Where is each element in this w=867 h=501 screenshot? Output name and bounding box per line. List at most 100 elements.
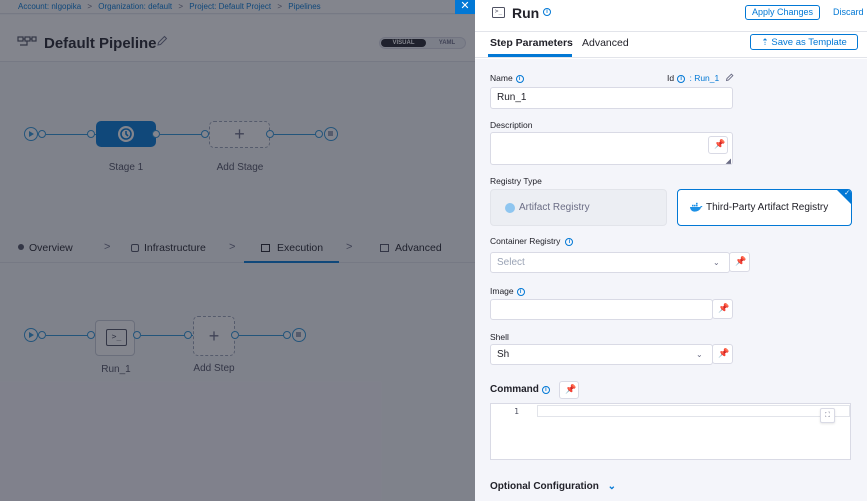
connector-dot [87, 130, 95, 138]
panel-title: Run [512, 5, 540, 21]
breadcrumb-organization[interactable]: Organization: default [98, 2, 172, 11]
tab-advanced-stage-label: Advanced [395, 242, 442, 254]
breadcrumb-separator: > [87, 2, 93, 11]
command-editor[interactable]: 1 ⛶ [490, 403, 851, 460]
close-panel-button[interactable]: ✕ [455, 0, 475, 14]
shell-select[interactable]: Sh ⌄ [490, 344, 713, 365]
image-input[interactable] [490, 299, 713, 320]
terminal-icon: >_ [492, 7, 505, 18]
chevron-right-icon: > [104, 241, 111, 253]
chevron-down-icon: ⌄ [607, 481, 617, 492]
breadcrumb-separator: > [178, 2, 184, 11]
chevron-down-icon: ⌄ [696, 350, 703, 359]
tab-overview[interactable]: Overview [18, 242, 73, 254]
stage-tabs: Overview > Infrastructure > Execution > … [0, 233, 475, 263]
step-parameters-form: Name i Id i : Run_1 Run_1 Description ◢ 📌 … [475, 59, 867, 501]
id-label: Id [667, 73, 675, 83]
image-label: Image i [490, 286, 525, 296]
chevron-right-icon: > [229, 241, 236, 253]
pencil-icon[interactable] [725, 73, 734, 82]
tab-advanced[interactable]: Advanced [582, 37, 629, 49]
editor-gutter: 1 [491, 404, 537, 459]
save-as-template-button[interactable]: ⇡ Save as Template [750, 34, 858, 50]
tab-execution[interactable]: Execution [261, 242, 323, 254]
name-input[interactable]: Run_1 [490, 87, 733, 109]
template-icon: ⇡ [761, 37, 769, 47]
command-label-text: Command [490, 384, 539, 395]
tab-advanced-stage[interactable]: Advanced [380, 242, 442, 254]
registry-option-artifact-label: Artifact Registry [519, 202, 590, 213]
pin-button[interactable]: 📌 [729, 252, 750, 272]
chevron-down-icon: ⌄ [713, 258, 720, 267]
view-toggle[interactable]: VISUAL YAML [379, 37, 466, 49]
check-icon: ✓ [844, 190, 850, 197]
registry-option-third-party[interactable]: Third-Party Artifact Registry ✓ [677, 189, 852, 226]
advanced-icon [380, 244, 389, 252]
stage-label: Stage 1 [108, 162, 144, 173]
infrastructure-icon [131, 244, 139, 252]
info-icon[interactable]: i [541, 386, 550, 394]
connector-dot [184, 331, 192, 339]
info-icon[interactable]: i [677, 75, 686, 83]
optional-configuration-toggle[interactable]: Optional Configuration ⌄ [490, 481, 616, 492]
tab-overview-label: Overview [29, 242, 73, 254]
pin-icon: 📌 [735, 256, 747, 266]
pencil-icon[interactable] [156, 35, 168, 47]
expand-icon: ⛶ [825, 412, 830, 419]
connector-dot [201, 130, 209, 138]
tab-infrastructure[interactable]: Infrastructure [131, 242, 206, 254]
add-stage-button[interactable]: + [209, 121, 270, 148]
pin-icon: 📌 [718, 348, 730, 358]
pin-button[interactable]: 📌 [559, 381, 579, 399]
pin-button[interactable]: 📌 [712, 299, 733, 319]
pipeline-start-node [24, 127, 38, 141]
artifact-registry-icon [505, 203, 515, 213]
view-visual-option[interactable]: VISUAL [381, 39, 426, 47]
run-step-node[interactable]: >_ [95, 320, 135, 356]
connector-dot [266, 130, 274, 138]
stage-node[interactable] [96, 121, 156, 147]
breadcrumb-pipelines[interactable]: Pipelines [288, 2, 320, 11]
breadcrumb-account[interactable]: Account: nlgopika [18, 2, 81, 11]
overview-icon [18, 244, 24, 250]
breadcrumb-separator: > [277, 2, 282, 11]
apply-changes-button[interactable]: Apply Changes [745, 5, 820, 20]
execution-start-node [24, 328, 38, 342]
chevron-right-icon: > [346, 241, 353, 253]
add-step-button[interactable]: + [193, 316, 235, 356]
name-label: Name i [490, 73, 524, 83]
docker-icon [689, 202, 703, 216]
container-registry-select[interactable]: Select ⌄ [490, 252, 730, 273]
connector-dot [231, 331, 239, 339]
tab-step-parameters[interactable]: Step Parameters [490, 37, 573, 49]
optional-configuration-label: Optional Configuration [490, 481, 599, 492]
close-icon: ✕ [460, 0, 470, 12]
info-icon[interactable]: i [516, 288, 525, 296]
breadcrumb-project[interactable]: Project: Default Project [189, 2, 271, 11]
registry-option-third-party-label: Third-Party Artifact Registry [706, 202, 829, 213]
view-yaml-option[interactable]: YAML [430, 39, 464, 47]
description-textarea[interactable]: ◢ [490, 132, 733, 165]
connector-dot [152, 130, 160, 138]
pin-button[interactable]: 📌 [708, 136, 728, 154]
ci-stage-icon [118, 126, 134, 142]
breadcrumb: Account: nlgopika > Organization: defaul… [0, 0, 475, 14]
info-icon[interactable]: i [565, 238, 574, 246]
info-icon[interactable]: i [543, 8, 551, 16]
pipeline-end-node [324, 127, 338, 141]
registry-option-artifact[interactable]: Artifact Registry [490, 189, 667, 226]
discard-button[interactable]: Discard [833, 7, 864, 17]
pin-icon: 📌 [718, 303, 730, 313]
expand-editor-button[interactable]: ⛶ [820, 408, 835, 423]
id-value: : Run_1 [689, 73, 720, 83]
execution-end-node [292, 328, 306, 342]
shell-label: Shell [490, 332, 509, 342]
save-as-template-label: Save as Template [771, 37, 847, 48]
pipeline-title: Default Pipeline [44, 35, 157, 52]
id-display: Id i : Run_1 [667, 73, 734, 83]
connector-dot [133, 331, 141, 339]
pin-button[interactable]: 📌 [712, 344, 733, 364]
editor-current-line[interactable] [537, 405, 850, 417]
info-icon[interactable]: i [515, 75, 524, 83]
connector-dot [38, 331, 46, 339]
